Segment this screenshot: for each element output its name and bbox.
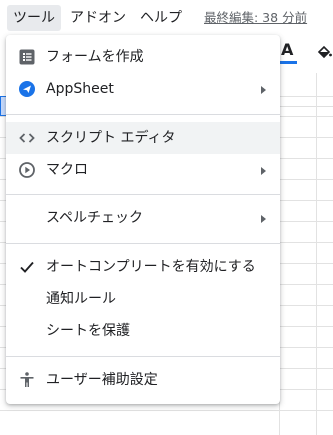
menu-separator (6, 114, 280, 115)
menu-item-label: オートコンプリートを有効にする (46, 259, 256, 275)
menu-item-label: AppSheet (46, 81, 114, 97)
menu-separator (6, 194, 280, 195)
submenu-arrow-icon (261, 215, 266, 223)
play-circle-icon (19, 162, 35, 178)
text-color-button[interactable]: A (281, 40, 293, 59)
menu-item-label: フォームを作成 (46, 49, 144, 65)
last-edit-link[interactable]: 最終編集: 38 分前 (204, 7, 307, 26)
menu-item-label: 通知ルール (46, 291, 116, 307)
fill-color-icon[interactable] (316, 44, 332, 60)
menu-item-appsheet[interactable]: AppSheet (6, 73, 280, 105)
menu-item-spellcheck[interactable]: スペルチェック (6, 202, 280, 234)
menu-tools[interactable]: ツール (7, 5, 61, 31)
menu-addons[interactable]: アドオン (64, 5, 132, 31)
menu-item-macros[interactable]: マクロ (6, 154, 280, 186)
menu-item-label: ユーザー補助設定 (46, 372, 158, 388)
menu-item-protect-sheet[interactable]: シートを保護 (6, 315, 280, 347)
grid-line (0, 410, 333, 411)
menu-separator (6, 356, 280, 357)
code-icon (19, 133, 35, 143)
menu-separator (6, 243, 280, 244)
form-icon (19, 49, 35, 65)
menu-item-notification-rules[interactable]: 通知ルール (6, 283, 280, 315)
grid-column-line (316, 73, 317, 435)
menu-bar: ツール アドオン ヘルプ 最終編集: 38 分前 (0, 0, 333, 34)
submenu-arrow-icon (261, 167, 266, 175)
menu-item-accessibility[interactable]: ユーザー補助設定 (6, 364, 280, 396)
menu-item-label: マクロ (46, 162, 88, 178)
menu-item-script-editor[interactable]: スクリプト エディタ (6, 122, 280, 154)
text-color-indicator (279, 61, 297, 64)
submenu-arrow-icon (261, 86, 266, 94)
appsheet-icon (19, 81, 35, 97)
tools-dropdown-menu: フォームを作成 AppSheet スクリプト エディタ マクロ スペルチェック (6, 35, 280, 404)
menu-item-autocomplete[interactable]: オートコンプリートを有効にする (6, 251, 280, 283)
menu-item-label: シートを保護 (46, 323, 130, 339)
check-icon (20, 261, 34, 273)
menu-help[interactable]: ヘルプ (134, 5, 188, 31)
menu-item-label: スクリプト エディタ (46, 130, 176, 146)
menu-item-label: スペルチェック (46, 210, 144, 226)
accessibility-icon (20, 372, 34, 387)
menu-item-create-form[interactable]: フォームを作成 (6, 41, 280, 73)
